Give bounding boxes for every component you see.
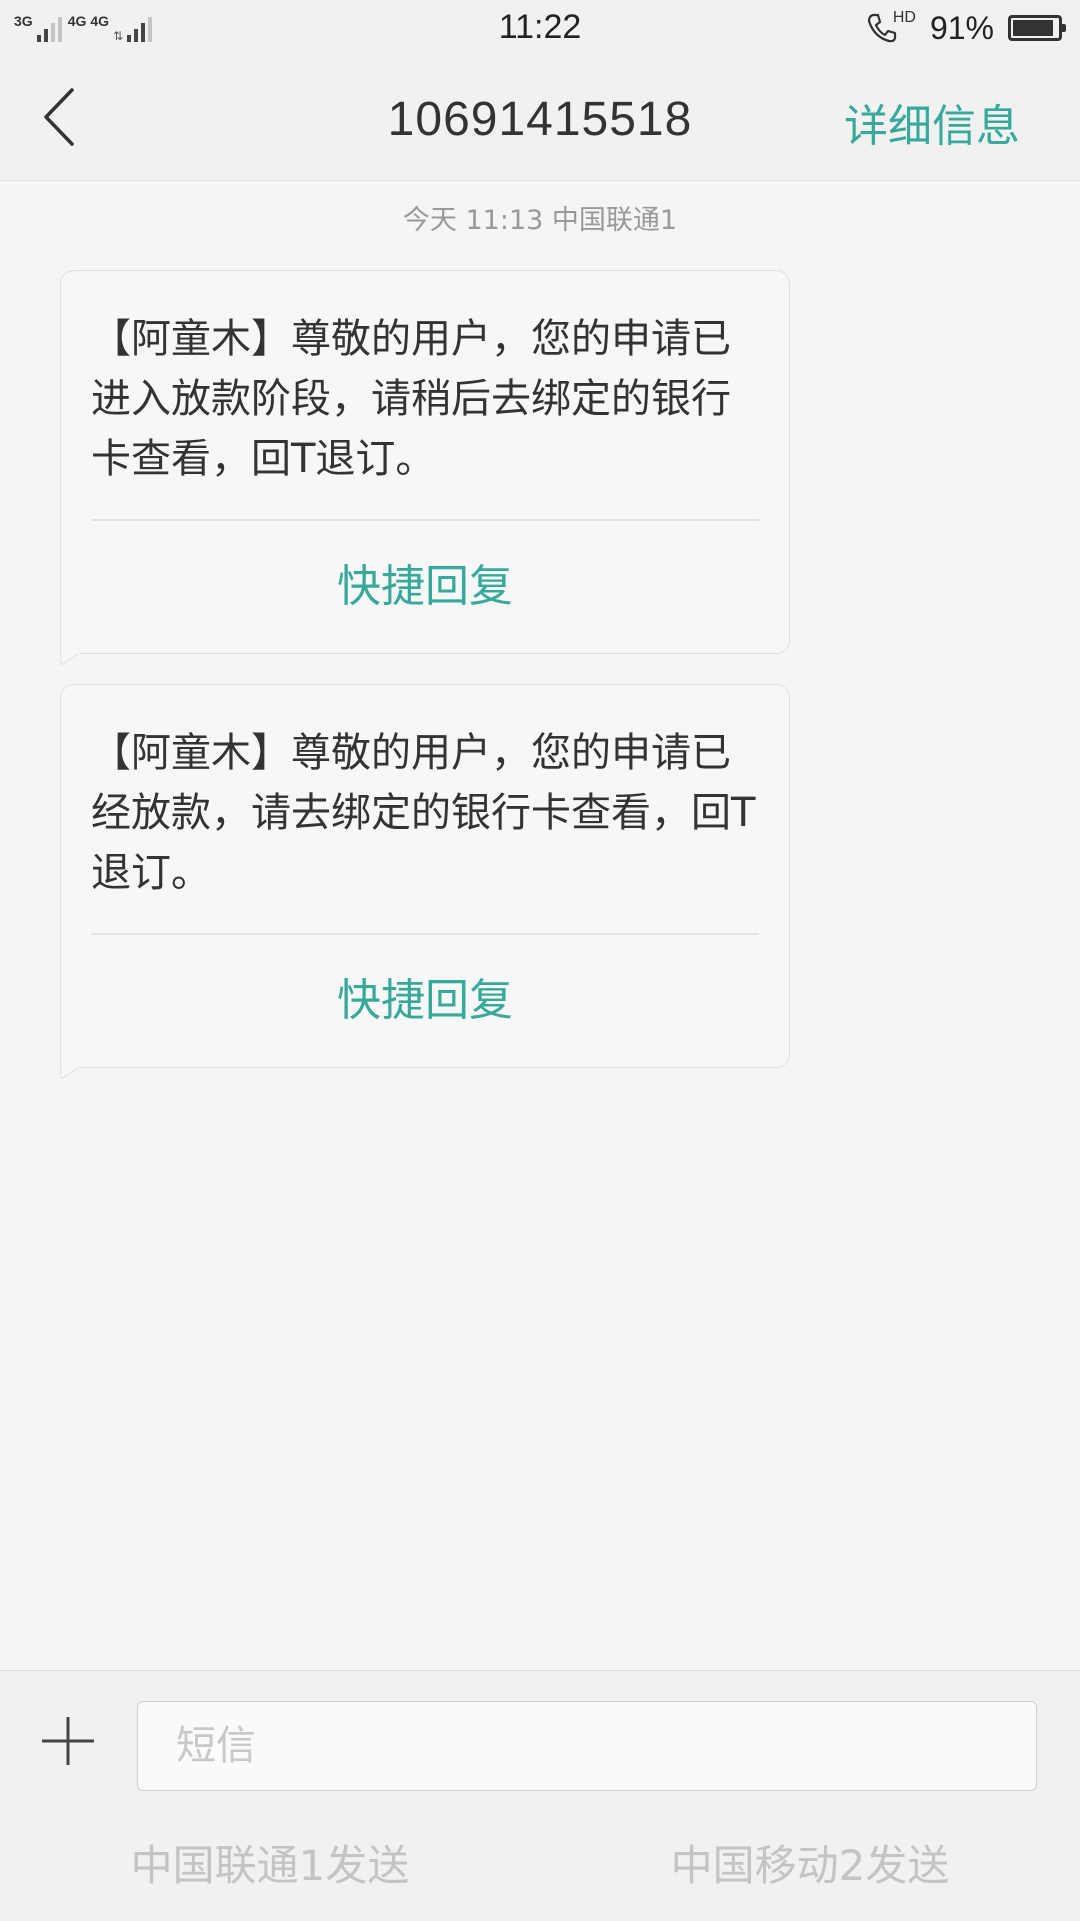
- battery-fill: [1013, 20, 1054, 36]
- message-text: 【阿童木】尊敬的用户，您的申请已经放款，请去绑定的银行卡查看，回T退订。: [91, 730, 756, 896]
- conversation-header: 10691415518 详细信息: [0, 56, 1080, 181]
- plus-icon: [42, 1717, 94, 1765]
- message-date-label: 今天 11:13 中国联通1: [402, 205, 678, 236]
- send-sim1-button[interactable]: 中国联通1发送: [0, 1821, 540, 1911]
- message-input[interactable]: [137, 1701, 1037, 1791]
- message-composer: 中国联通1发送 中国移动2发送: [0, 1670, 1080, 1921]
- message-bubble: 【阿童木】尊敬的用户，您的申请已经放款，请去绑定的银行卡查看，回T退订。 快捷回…: [60, 684, 790, 1079]
- hd-badge: HD: [892, 9, 916, 26]
- battery-icon: [1008, 15, 1066, 41]
- message-text: 【阿童木】尊敬的用户，您的申请已进入放款阶段，请稍后去绑定的银行卡查看，回T退订…: [91, 316, 731, 482]
- battery-percent: 91%: [929, 9, 994, 46]
- status-right: HD 91%: [865, 8, 1066, 48]
- phone-hd-icon: HD: [865, 9, 916, 45]
- message-bubble: 【阿童木】尊敬的用户，您的申请已进入放款阶段，请稍后去绑定的银行卡查看，回T退订…: [60, 270, 790, 665]
- quick-reply-button[interactable]: 快捷回复: [61, 935, 789, 1067]
- status-bar: 3G 4G 4G ⇅ 11:22 HD 91%: [0, 0, 1080, 56]
- add-attachment-button[interactable]: [38, 1711, 98, 1771]
- bubble-tail: [60, 1067, 80, 1079]
- send-sim2-button[interactable]: 中国移动2发送: [540, 1821, 1080, 1911]
- details-button[interactable]: 详细信息: [844, 90, 1020, 154]
- quick-reply-button[interactable]: 快捷回复: [61, 521, 789, 653]
- bubble-tail: [60, 653, 80, 665]
